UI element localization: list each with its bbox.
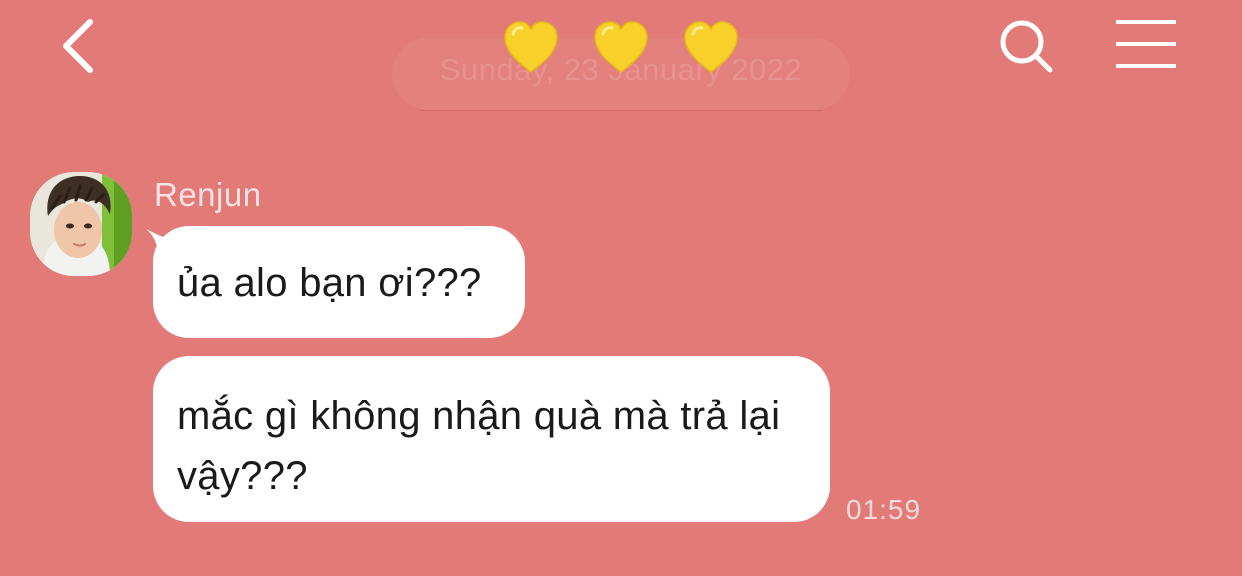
message-bubble[interactable]: mắc gì không nhận quà mà trả lại vậy???	[153, 356, 830, 522]
message-text: ủa alo bạn ơi???	[177, 261, 482, 305]
yellow-heart-icon	[504, 20, 558, 73]
hamburger-menu-icon	[1116, 20, 1176, 68]
yellow-heart-icon	[684, 20, 738, 73]
menu-button[interactable]	[1110, 16, 1182, 72]
search-button[interactable]	[994, 14, 1058, 78]
sender-name: Renjun	[154, 176, 262, 213]
avatar[interactable]	[30, 172, 132, 276]
message-bubble[interactable]: ủa alo bạn ơi???	[153, 226, 525, 338]
chat-screen: Sunday, 23 January 2022 Renjun ủa alo bạ…	[0, 0, 1242, 576]
date-divider	[420, 110, 822, 111]
message-text: mắc gì không nhận quà mà trả lại vậy???	[177, 394, 781, 498]
yellow-heart-icon	[594, 20, 648, 73]
renjun-avatar-image	[30, 172, 132, 276]
message-timestamp: 01:59	[846, 494, 922, 525]
search-icon	[1000, 20, 1053, 73]
